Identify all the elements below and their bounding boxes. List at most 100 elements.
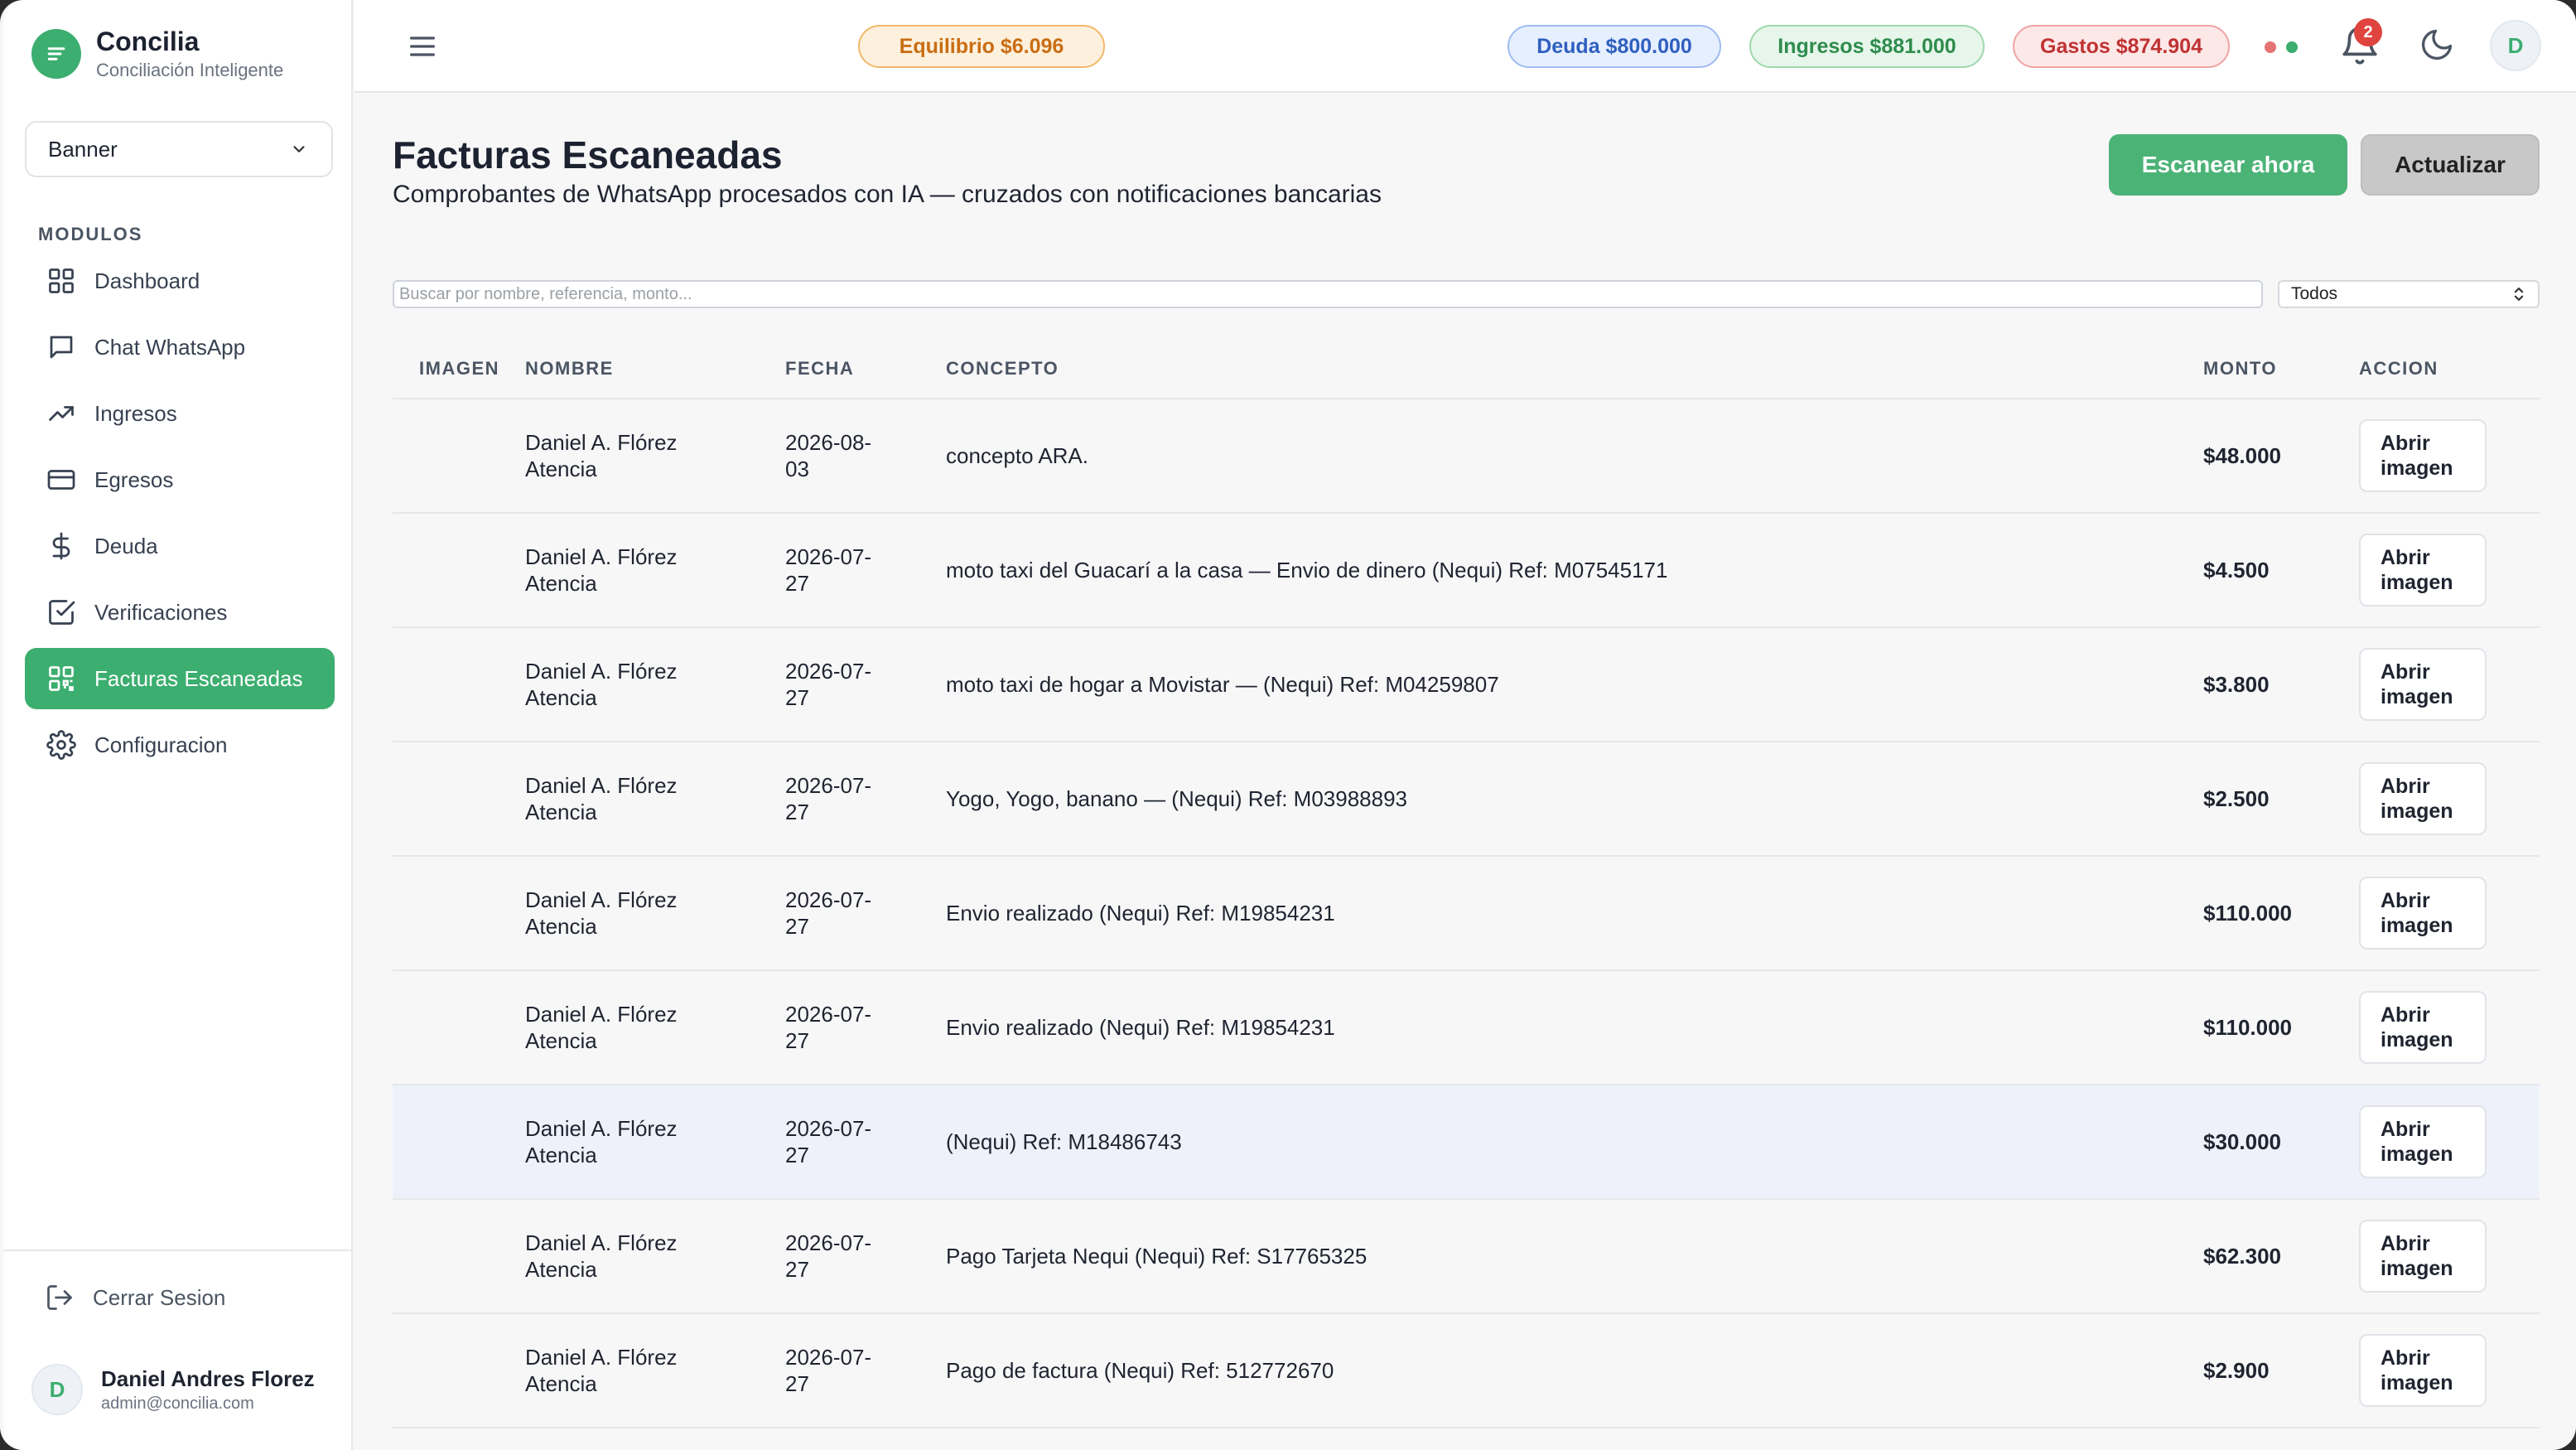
table-row[interactable]: Daniel A. Flórez Atencia 2026-07- 27 moto ta… (393, 628, 2540, 742)
sidebar-item-verificaciones[interactable]: Verificaciones (25, 582, 335, 643)
brand[interactable]: Concilia Conciliación Inteligente (31, 25, 283, 83)
open-image-label: Abrir (2381, 1232, 2430, 1255)
project-select[interactable]: Banner (25, 121, 333, 177)
column-header-image[interactable]: IMAGEN (393, 358, 525, 379)
sidebar-item-label: Configuracion (94, 732, 228, 757)
sidebar-item-configuracion[interactable]: Configuracion (25, 714, 335, 776)
row-action: Abrir imagen (2359, 1334, 2540, 1407)
table-row[interactable]: Daniel A. Flórez Atencia 2026-07- 27 Pago Ta… (393, 1200, 2540, 1314)
table-row[interactable]: Daniel A. Flórez Atencia 2026-07- 27 Envio r… (393, 857, 2540, 971)
sidebar-item-dashboard[interactable]: Dashboard (25, 250, 335, 312)
status-dot-green (2286, 41, 2298, 53)
open-image-button[interactable]: Abrir imagen (2359, 1105, 2487, 1178)
row-action: Abrir imagen (2359, 419, 2540, 492)
row-date-line: 27 (785, 914, 809, 939)
row-date: 2026-08- 03 (785, 429, 946, 482)
row-action: Abrir imagen (2359, 1105, 2540, 1178)
open-image-label: imagen (2381, 571, 2453, 594)
trend-up-icon (49, 406, 74, 421)
sidebar-item-label: Deuda (94, 533, 158, 558)
open-image-label: Abrir (2381, 1346, 2430, 1370)
sidebar-item-label: Ingresos (94, 400, 177, 426)
open-image-button[interactable]: Abrir imagen (2359, 991, 2487, 1064)
open-image-button[interactable]: Abrir imagen (2359, 419, 2487, 492)
table-row[interactable]: Daniel A. Flórez Atencia 2026-07- 27 (Nequi)… (393, 1085, 2540, 1200)
row-name-line: Atencia (525, 685, 597, 710)
row-name: Daniel A. Flórez Atencia (525, 1001, 785, 1054)
row-name-line: Daniel A. Flórez (525, 887, 678, 912)
user-profile[interactable]: D Daniel Andres Florez admin@concilia.co… (31, 1364, 315, 1415)
row-date: 2026-07- 27 (785, 1001, 946, 1054)
sidebar-item-deuda[interactable]: Deuda (25, 515, 335, 577)
sidebar-item-label: Verificaciones (94, 599, 228, 625)
table-header: IMAGEN NOMBRE FECHA CONCEPTO MONTO ACCIO… (393, 340, 2540, 399)
brand-name: Concilia (96, 27, 200, 56)
sidebar-item-ingresos[interactable]: Ingresos (25, 383, 335, 444)
open-image-button[interactable]: Abrir imagen (2359, 1334, 2487, 1407)
row-date: 2026-07- 27 (785, 887, 946, 940)
row-date-line: 2026-07- (785, 1002, 872, 1027)
gear-icon (46, 730, 76, 760)
row-action: Abrir imagen (2359, 991, 2540, 1064)
row-date: 2026-07- 27 (785, 1344, 946, 1397)
row-date-line: 27 (785, 1143, 809, 1167)
row-action: Abrir imagen (2359, 534, 2540, 607)
open-image-button[interactable]: Abrir imagen (2359, 648, 2487, 721)
row-date: 2026-07- 27 (785, 544, 946, 597)
row-name: Daniel A. Flórez Atencia (525, 658, 785, 711)
row-name-line: Daniel A. Flórez (525, 1230, 678, 1255)
row-name-line: Daniel A. Flórez (525, 544, 678, 569)
row-date: 2026-07- 27 (785, 772, 946, 825)
open-image-button[interactable]: Abrir imagen (2359, 762, 2487, 835)
column-header-name[interactable]: NOMBRE (525, 355, 785, 382)
sidebar-divider (3, 1249, 351, 1251)
open-image-button[interactable]: Abrir imagen (2359, 877, 2487, 950)
sidebar-item-facturas-escaneadas[interactable]: Facturas Escaneadas (25, 648, 335, 709)
table-row[interactable]: Daniel A. Flórez Atencia 2026-07- 27 moto ta… (393, 514, 2540, 628)
open-image-button[interactable]: Abrir imagen (2359, 1220, 2487, 1293)
sidebar-item-egresos[interactable]: Egresos (25, 449, 335, 510)
row-amount: $3.800 (2203, 671, 2270, 697)
page-title: Facturas Escaneadas (393, 133, 783, 176)
open-image-button[interactable]: Abrir imagen (2359, 534, 2487, 607)
open-image-label: imagen (2381, 685, 2453, 708)
column-header-date[interactable]: FECHA (785, 355, 946, 382)
table-row[interactable]: Daniel A. Flórez Atencia 2026-07- 27 Pago de… (393, 1314, 2540, 1428)
row-date-line: 2026-07- (785, 659, 872, 684)
table-row[interactable]: Daniel A. Flórez Atencia 2026-07- 27 Yogo, Y… (393, 742, 2540, 857)
table-row[interactable]: Daniel A. Flórez Atencia 2026-07- 27 Envio r… (393, 971, 2540, 1085)
row-name-line: Daniel A. Flórez (525, 773, 678, 798)
row-concept: Pago de factura (Nequi) Ref: 512772670 (946, 1357, 1334, 1383)
scan-now-button[interactable]: Escanear ahora (2109, 134, 2347, 196)
row-concept: Pago Tarjeta Nequi (Nequi) Ref: S1776532… (946, 1243, 1368, 1269)
search-input[interactable] (393, 280, 2263, 308)
sidebar-item-label: Facturas Escaneadas (94, 665, 303, 691)
column-header-action: ACCION (2359, 358, 2439, 379)
table-row[interactable]: Daniel A. Flórez Atencia 2026-08- 03 concept… (393, 399, 2540, 514)
user-name: Daniel Andres Florez (101, 1366, 315, 1391)
row-name-line: Atencia (525, 1143, 597, 1167)
table-body: Daniel A. Flórez Atencia 2026-08- 03 concept… (393, 399, 2540, 1428)
logout-button[interactable]: Cerrar Sesion (45, 1283, 225, 1312)
row-concept: moto taxi de hogar a Movistar — (Nequi) … (946, 671, 1499, 697)
sidebar-item-chat-whatsapp[interactable]: Chat WhatsApp (25, 317, 335, 378)
row-date-line: 27 (785, 1371, 809, 1396)
qr-icon (49, 666, 74, 691)
column-header-concept[interactable]: CONCEPTO (946, 358, 2203, 379)
menu-icon[interactable] (406, 30, 439, 63)
column-header-amount[interactable]: MONTO (2203, 358, 2359, 379)
row-name: Daniel A. Flórez Atencia (525, 429, 785, 482)
row-amount: $30.000 (2203, 1129, 2281, 1154)
open-image-label: Abrir (2381, 1118, 2430, 1141)
header-avatar[interactable]: D (2490, 20, 2541, 71)
refresh-button[interactable]: Actualizar (2361, 134, 2540, 196)
status-filter-select[interactable]: Todos (2278, 280, 2540, 308)
row-name-line: Atencia (525, 457, 597, 481)
moon-icon[interactable] (2419, 27, 2455, 63)
avatar: D (31, 1364, 83, 1415)
row-date-line: 27 (785, 1257, 809, 1282)
row-name: Daniel A. Flórez Atencia (525, 1115, 785, 1168)
top-header: Equilibrio $6.096 Deuda $800.000 Ingreso… (355, 0, 2576, 93)
row-concept: concepto ARA. (946, 442, 1088, 468)
row-date-line: 2026-07- (785, 773, 872, 798)
